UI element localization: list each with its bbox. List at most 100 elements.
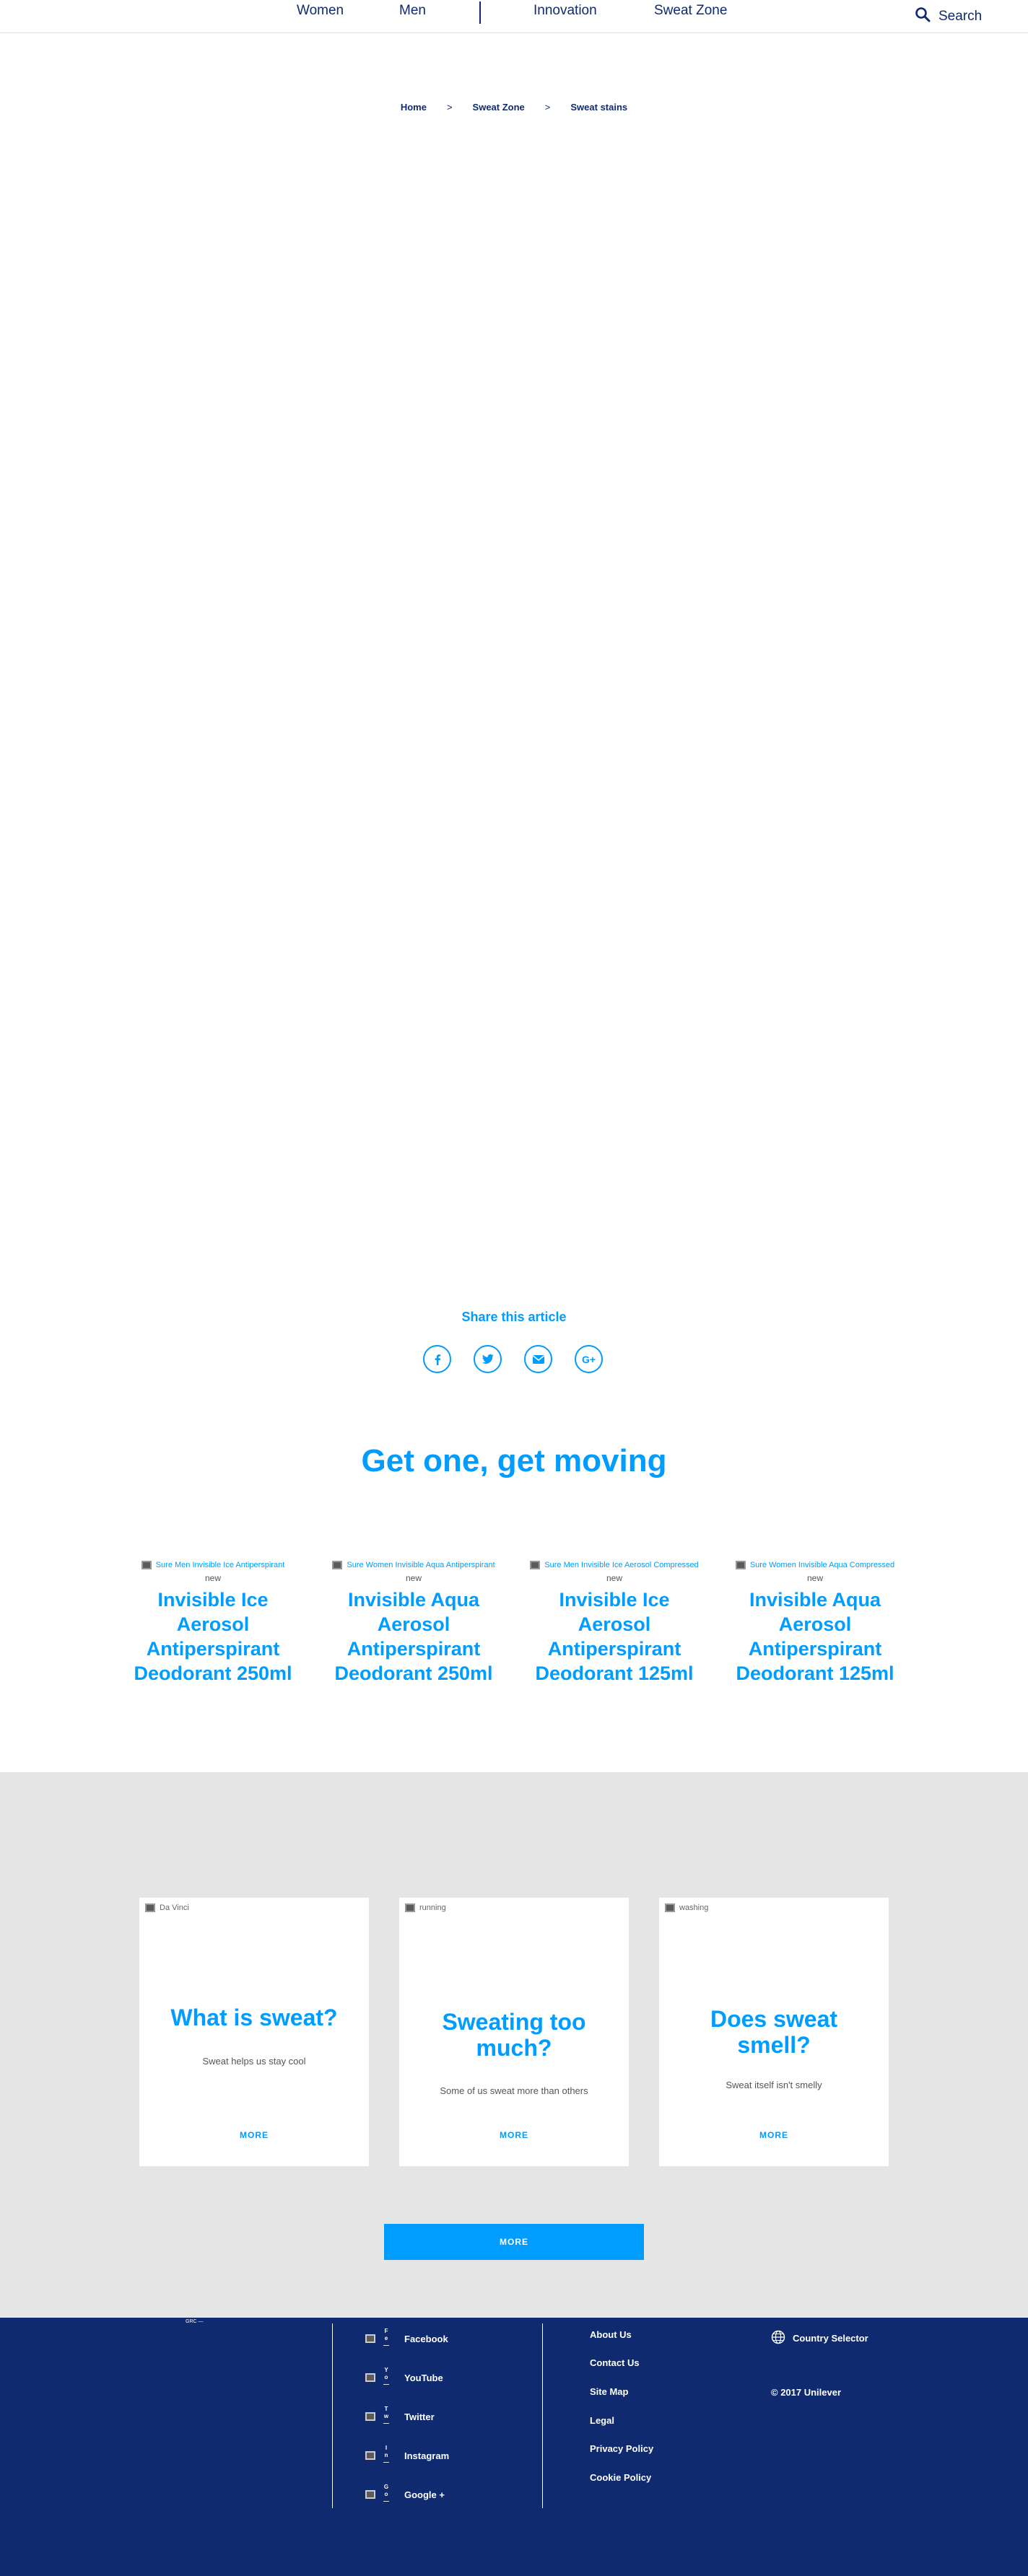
social-instagram[interactable]: I n — Instagram bbox=[365, 2445, 449, 2466]
social-facebook[interactable]: F e — Facebook bbox=[365, 2328, 448, 2349]
article-image: running bbox=[405, 1903, 446, 1912]
new-badge: new bbox=[806, 1573, 823, 1583]
product-image-alt: Sure Men Invisible Ice Aerosol Compresse… bbox=[544, 1561, 699, 1569]
product-image-alt: Sure Women Invisible Aqua Antiperspirant bbox=[347, 1561, 495, 1569]
footer-divider bbox=[332, 2323, 333, 2508]
product-name[interactable]: Invisible Ice Aerosol Antiperspirant Deo… bbox=[524, 1587, 705, 1686]
broken-image-icon bbox=[332, 1561, 343, 1569]
twitter-icon[interactable] bbox=[474, 1345, 502, 1373]
footer-logo-alt: GRC — bbox=[186, 2319, 204, 2324]
google-plus-icon-alt: G o — bbox=[383, 2484, 389, 2505]
more-articles-button[interactable]: MORE bbox=[384, 2224, 644, 2260]
article-card[interactable]: running Sweating too much? Some of us sw… bbox=[399, 1898, 629, 2166]
broken-image-icon bbox=[145, 1903, 155, 1912]
footer-link-legal[interactable]: Legal bbox=[590, 2415, 614, 2426]
facebook-icon[interactable] bbox=[423, 1345, 451, 1373]
footer-link-privacy[interactable]: Privacy Policy bbox=[590, 2443, 653, 2454]
search-label: Search bbox=[938, 9, 983, 24]
product-image: Sure Men Invisible Ice Antiperspirant bbox=[123, 1560, 303, 1570]
facebook-icon-alt: F e — bbox=[383, 2328, 389, 2349]
product-card[interactable]: Sure Men Invisible Ice Aerosol Compresse… bbox=[524, 1560, 705, 1686]
article-subtitle: Sweat helps us stay cool bbox=[202, 2056, 306, 2067]
article-card[interactable]: washing Does sweat smell? Sweat itself i… bbox=[659, 1898, 889, 2166]
search-button[interactable]: Search bbox=[914, 6, 982, 27]
search-icon bbox=[914, 6, 931, 27]
footer-link-about[interactable]: About Us bbox=[590, 2329, 632, 2340]
product-card[interactable]: Sure Women Invisible Aqua Compressed new… bbox=[725, 1560, 905, 1686]
nav-innovation[interactable]: Innovation bbox=[533, 3, 597, 19]
article-title[interactable]: Sweating too much? bbox=[399, 2009, 629, 2061]
social-twitter[interactable]: T w — Twitter bbox=[365, 2406, 435, 2427]
social-youtube[interactable]: Y o — YouTube bbox=[365, 2367, 443, 2388]
breadcrumb-sweat-zone[interactable]: Sweat Zone bbox=[473, 102, 525, 113]
breadcrumb-separator: > bbox=[446, 102, 453, 113]
product-card[interactable]: Sure Men Invisible Ice Antiperspirant ne… bbox=[123, 1560, 303, 1686]
globe-icon bbox=[771, 2330, 785, 2347]
products-heading: Get one, get moving bbox=[361, 1443, 667, 1478]
copyright: © 2017 Unilever bbox=[771, 2387, 842, 2398]
footer-link-contact[interactable]: Contact Us bbox=[590, 2357, 640, 2368]
new-badge: new bbox=[204, 1573, 221, 1583]
article-subtitle: Some of us sweat more than others bbox=[440, 2085, 588, 2096]
footer-link-sitemap[interactable]: Site Map bbox=[590, 2386, 628, 2397]
footer-divider bbox=[542, 2323, 543, 2508]
breadcrumb-separator: > bbox=[544, 102, 551, 113]
facebook-icon bbox=[365, 2334, 375, 2343]
article-image: washing bbox=[665, 1903, 708, 1912]
broken-image-icon bbox=[530, 1561, 541, 1569]
article-subtitle: Sweat itself isn't smelly bbox=[726, 2080, 822, 2090]
broken-image-icon bbox=[735, 1561, 746, 1569]
nav-sweat-zone[interactable]: Sweat Zone bbox=[654, 3, 727, 19]
product-name[interactable]: Invisible Aqua Aerosol Antiperspirant De… bbox=[323, 1587, 504, 1686]
social-label: Instagram bbox=[404, 2450, 450, 2461]
instagram-icon-alt: I n — bbox=[383, 2445, 389, 2466]
article-card[interactable]: Da Vinci What is sweat? Sweat helps us s… bbox=[139, 1898, 369, 2166]
product-card[interactable]: Sure Women Invisible Aqua Antiperspirant… bbox=[323, 1560, 504, 1686]
social-label: YouTube bbox=[404, 2372, 443, 2383]
article-image-alt: Da Vinci bbox=[160, 1903, 189, 1912]
footer-link-cookie[interactable]: Cookie Policy bbox=[590, 2472, 651, 2483]
product-image: Sure Women Invisible Aqua Antiperspirant bbox=[323, 1560, 504, 1570]
twitter-icon-alt: T w — bbox=[383, 2406, 389, 2427]
product-name[interactable]: Invisible Ice Aerosol Antiperspirant Deo… bbox=[123, 1587, 303, 1686]
breadcrumb-current: Sweat stains bbox=[570, 102, 628, 113]
nav-divider bbox=[479, 1, 481, 24]
email-icon[interactable] bbox=[524, 1345, 552, 1373]
product-image: Sure Men Invisible Ice Aerosol Compresse… bbox=[524, 1560, 705, 1570]
broken-image-icon bbox=[141, 1561, 152, 1569]
site-header: Women Men Innovation Sweat Zone Search bbox=[0, 0, 1028, 33]
article-more-link[interactable]: MORE bbox=[659, 2130, 889, 2140]
product-image: Sure Women Invisible Aqua Compressed bbox=[725, 1560, 905, 1570]
article-image-alt: washing bbox=[679, 1903, 709, 1912]
nav-men[interactable]: Men bbox=[399, 3, 426, 19]
new-badge: new bbox=[405, 1573, 422, 1583]
article-more-link[interactable]: MORE bbox=[399, 2130, 629, 2140]
share-icons: G+ bbox=[423, 1345, 603, 1373]
social-label: Google + bbox=[404, 2489, 445, 2500]
nav-women[interactable]: Women bbox=[297, 3, 344, 19]
social-label: Twitter bbox=[404, 2411, 435, 2422]
article-image-alt: running bbox=[419, 1903, 446, 1912]
article-title[interactable]: Does sweat smell? bbox=[659, 2006, 889, 2058]
youtube-icon-alt: Y o — bbox=[383, 2367, 389, 2388]
article-title[interactable]: What is sweat? bbox=[139, 2005, 369, 2030]
breadcrumb-home[interactable]: Home bbox=[401, 102, 427, 113]
broken-image-icon bbox=[405, 1903, 415, 1912]
youtube-icon bbox=[365, 2373, 375, 2382]
article-more-link[interactable]: MORE bbox=[139, 2130, 369, 2140]
site-footer: GRC — F e — Facebook Y o — YouTube T w — Tw… bbox=[0, 2318, 1028, 2576]
social-label: Facebook bbox=[404, 2333, 448, 2344]
country-selector-label: Country Selector bbox=[793, 2333, 868, 2344]
country-selector[interactable]: Country Selector bbox=[771, 2330, 868, 2347]
instagram-icon bbox=[365, 2451, 375, 2460]
product-name[interactable]: Invisible Aqua Aerosol Antiperspirant De… bbox=[725, 1587, 905, 1686]
google-plus-icon[interactable]: G+ bbox=[575, 1345, 603, 1373]
new-badge: new bbox=[606, 1573, 622, 1583]
broken-image-icon bbox=[665, 1903, 675, 1912]
product-image-alt: Sure Women Invisible Aqua Compressed bbox=[749, 1561, 895, 1569]
google-plus-icon bbox=[365, 2490, 375, 2499]
twitter-icon bbox=[365, 2412, 375, 2421]
social-google-plus[interactable]: G o — Google + bbox=[365, 2484, 445, 2505]
article-image: Da Vinci bbox=[145, 1903, 189, 1912]
breadcrumb: Home > Sweat Zone > Sweat stains bbox=[0, 102, 1028, 113]
